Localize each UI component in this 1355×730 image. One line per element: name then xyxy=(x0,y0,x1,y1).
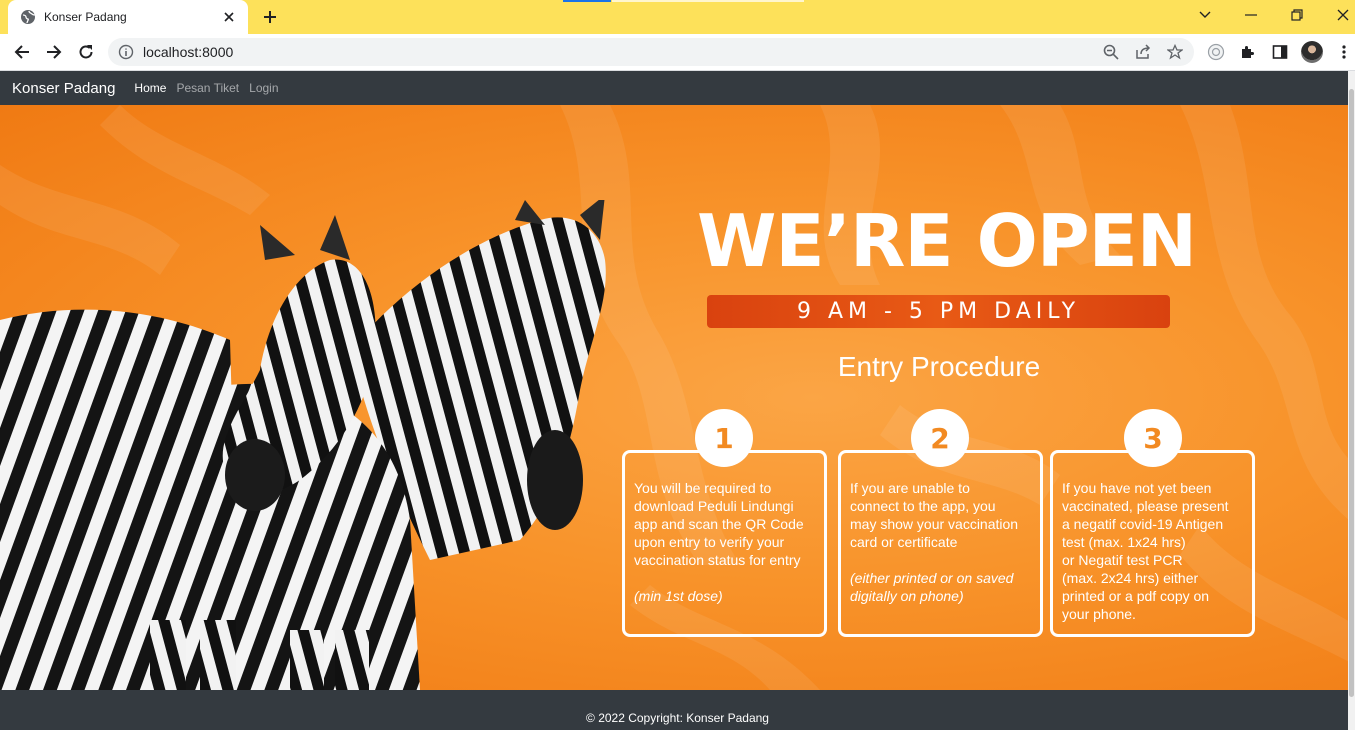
navbar-brand[interactable]: Konser Padang xyxy=(12,80,115,97)
profile-avatar[interactable] xyxy=(1301,41,1323,63)
url-text: localhost:8000 xyxy=(143,44,234,60)
globe-icon xyxy=(20,9,36,25)
hero-headline: WE’RE OPEN xyxy=(697,199,1197,283)
footer-copyright: © 2022 Copyright: Konser Padang xyxy=(586,711,769,725)
step-1-text: You will be required to download Peduli … xyxy=(634,480,804,568)
tab-strip: Konser Padang xyxy=(0,0,1355,34)
close-window-icon[interactable] xyxy=(1320,0,1355,30)
step-card-3: If you have not yet been vaccinated, ple… xyxy=(1050,450,1255,637)
tab-title: Konser Padang xyxy=(44,10,127,24)
step-2-badge: 2 xyxy=(911,409,969,467)
step-3-number: 3 xyxy=(1143,421,1163,455)
site-navbar: Konser Padang Home Pesan Tiket Login xyxy=(0,71,1355,105)
back-arrow-icon[interactable] xyxy=(8,38,36,66)
step-1-badge: 1 xyxy=(695,409,753,467)
browser-toolbar: localhost:8000 xyxy=(0,34,1355,71)
page-scrollbar[interactable] xyxy=(1348,71,1355,730)
nav-link-login[interactable]: Login xyxy=(249,81,278,95)
more-menu-icon[interactable] xyxy=(1334,42,1354,62)
close-tab-icon[interactable] xyxy=(220,8,238,26)
side-panel-icon[interactable] xyxy=(1270,42,1290,62)
step-2-number: 2 xyxy=(930,421,950,455)
nav-link-home[interactable]: Home xyxy=(134,81,166,95)
forward-arrow-icon[interactable] xyxy=(40,38,68,66)
step-card-2: If you are unable to connect to the app,… xyxy=(838,450,1043,637)
address-bar[interactable]: localhost:8000 xyxy=(108,38,1194,66)
scrollbar-thumb[interactable] xyxy=(1349,89,1354,697)
page-viewport: Konser Padang Home Pesan Tiket Login WE’… xyxy=(0,71,1355,730)
step-1-number: 1 xyxy=(714,421,734,455)
bookmark-star-icon[interactable] xyxy=(1165,42,1185,62)
tab-search-chevron-icon[interactable] xyxy=(1182,0,1228,30)
extensions-puzzle-icon[interactable] xyxy=(1238,42,1258,62)
site-info-icon[interactable] xyxy=(118,44,134,60)
step-3-badge: 3 xyxy=(1124,409,1182,467)
step-2-note: (either printed or on saved digitally on… xyxy=(850,570,1014,604)
step-3-text: If you have not yet been vaccinated, ple… xyxy=(1062,480,1229,622)
nav-link-pesan-tiket[interactable]: Pesan Tiket xyxy=(176,81,239,95)
opening-hours-text: 9 AM - 5 PM DAILY xyxy=(796,299,1081,324)
new-tab-plus-icon[interactable] xyxy=(258,6,282,28)
share-icon[interactable] xyxy=(1133,42,1153,62)
step-1-note: (min 1st dose) xyxy=(634,588,723,604)
browser-tab[interactable]: Konser Padang xyxy=(8,0,248,34)
opening-hours-banner: 9 AM - 5 PM DAILY xyxy=(707,295,1170,328)
tab-highlight xyxy=(563,0,611,2)
minimize-icon[interactable] xyxy=(1228,0,1274,30)
zebras-illustration xyxy=(0,200,606,690)
tab-highlight-light xyxy=(612,0,804,2)
extension-circle-icon[interactable] xyxy=(1206,42,1226,62)
step-card-1: You will be required to download Peduli … xyxy=(622,450,827,637)
entry-procedure-title: Entry Procedure xyxy=(837,351,1041,382)
restore-icon[interactable] xyxy=(1274,0,1320,30)
reload-icon[interactable] xyxy=(72,38,100,66)
zoom-icon[interactable] xyxy=(1101,42,1121,62)
site-footer: © 2022 Copyright: Konser Padang xyxy=(0,690,1355,730)
hero-banner: WE’RE OPEN 9 AM - 5 PM DAILY Entry Proce… xyxy=(0,105,1355,690)
step-2-text: If you are unable to connect to the app,… xyxy=(850,480,1019,550)
